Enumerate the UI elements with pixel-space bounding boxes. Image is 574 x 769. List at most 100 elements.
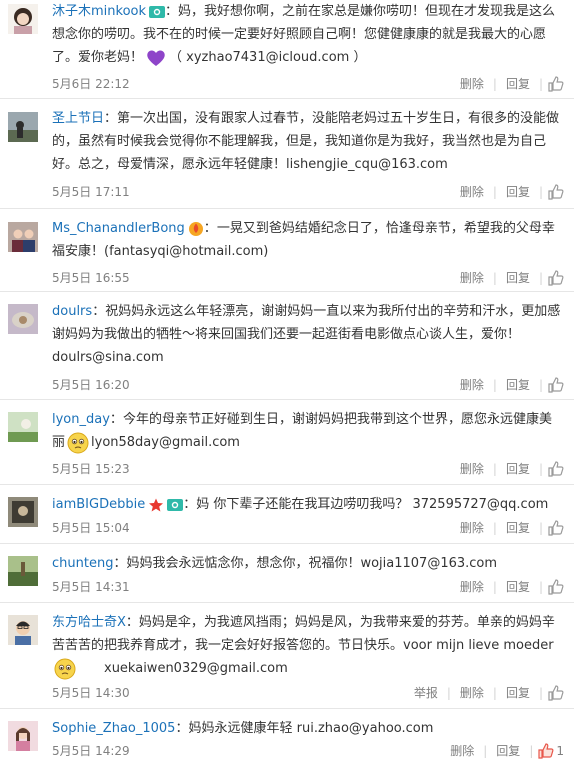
comment-meta: 5月5日 14:31 删除 | 回复 |: [52, 578, 564, 596]
reply-button[interactable]: 回复: [502, 519, 534, 536]
like-thumb-icon[interactable]: [548, 519, 564, 536]
comment-body: doulrs：祝妈妈永远这么年轻漂亮，谢谢妈妈一直以来为我所付出的辛劳和汗水，更…: [52, 300, 564, 369]
avatar[interactable]: [8, 4, 38, 34]
timestamp: 5月5日 16:20: [52, 378, 130, 392]
reply-button[interactable]: 回复: [502, 460, 534, 477]
comment-body: 圣上节日：第一次出国，没有跟家人过春节，没能陪老妈过五十岁生日，有很多的没能做的…: [52, 107, 564, 176]
reply-button[interactable]: 回复: [502, 376, 534, 393]
username[interactable]: Sophie_Zhao_1005: [52, 721, 175, 736]
reply-button[interactable]: 回复: [502, 269, 534, 286]
username[interactable]: 沐子木minkook: [52, 4, 146, 19]
reply-button[interactable]: 回复: [502, 684, 534, 701]
comment-item: Sophie_Zhao_1005：妈妈永远健康年轻 rui.zhao@yahoo…: [0, 709, 574, 769]
action-divider: |: [538, 377, 543, 392]
action-divider: |: [483, 743, 488, 758]
avatar[interactable]: [8, 112, 38, 142]
delete-button[interactable]: 删除: [456, 376, 488, 393]
delete-button[interactable]: 删除: [456, 183, 488, 200]
comment-meta: 5月5日 16:55 删除 | 回复 |: [52, 269, 564, 287]
comment-list: 沐子木minkook ：妈，我好想你啊，之前在家总是嫌你唠叨！但现在才发现我是这么…: [0, 0, 574, 769]
comment-body: iamBIGDebbie ：妈 你下辈子还能在我耳边唠叨我吗？ 372595727…: [52, 493, 564, 516]
like-count: 1: [556, 743, 564, 758]
avatar[interactable]: [8, 412, 38, 442]
action-divider: |: [492, 184, 497, 199]
action-divider: |: [538, 520, 543, 535]
username[interactable]: iamBIGDebbie: [52, 497, 145, 512]
comment-meta: 5月6日 22:12 删除 | 回复 |: [52, 75, 564, 93]
flame-badge-icon: [188, 221, 204, 236]
like-thumb-icon[interactable]: [548, 376, 564, 393]
username[interactable]: chunteng: [52, 556, 113, 571]
comment-email: xuekaiwen0329@gmail.com: [104, 661, 288, 676]
like-thumb-icon[interactable]: [548, 269, 564, 286]
action-divider: |: [492, 579, 497, 594]
delete-button[interactable]: 删除: [456, 75, 488, 92]
report-button[interactable]: 举报: [410, 684, 442, 701]
comment-item: iamBIGDebbie ：妈 你下辈子还能在我耳边唠叨我吗？ 372595727…: [0, 485, 574, 544]
colon-separator: ：: [92, 304, 106, 319]
action-divider: |: [446, 685, 451, 700]
reply-button[interactable]: 回复: [502, 578, 534, 595]
timestamp: 5月5日 14:30: [52, 686, 130, 700]
comment-actions: 删除 | 回复 |: [456, 75, 564, 92]
comment-body: Ms_ChanandlerBong ：一晃又到爸妈结婚纪念日了，恰逢母亲节，希望我…: [52, 217, 564, 263]
like-thumb-icon[interactable]: [548, 75, 564, 92]
action-divider: |: [492, 377, 497, 392]
comment-email: （ xyzhao7431@icloud.com ）: [169, 50, 367, 65]
comment-actions: 删除 | 回复 |: [456, 578, 564, 595]
action-divider: |: [492, 685, 497, 700]
username[interactable]: 东方哈士奇X: [52, 615, 126, 630]
delete-button[interactable]: 删除: [456, 460, 488, 477]
action-divider: |: [492, 461, 497, 476]
reply-button[interactable]: 回复: [492, 742, 524, 759]
reply-button[interactable]: 回复: [502, 75, 534, 92]
timestamp: 5月5日 15:04: [52, 521, 130, 535]
comment-item: 圣上节日：第一次出国，没有跟家人过春节，没能陪老妈过五十岁生日，有很多的没能做的…: [0, 99, 574, 209]
action-divider: |: [538, 461, 543, 476]
username[interactable]: lyon_day: [52, 412, 110, 427]
delete-button[interactable]: 删除: [456, 578, 488, 595]
comment-body: chunteng：妈妈我会永远惦念你，想念你，祝福你！wojia1107@163…: [52, 552, 564, 575]
comment-meta: 5月5日 16:20 删除 | 回复 |: [52, 376, 564, 394]
timestamp: 5月5日 16:55: [52, 271, 130, 285]
comment-actions: 删除 | 回复 |: [456, 269, 564, 286]
like-thumb-icon[interactable]: [548, 460, 564, 477]
colon-separator: ：: [109, 412, 123, 427]
username[interactable]: Ms_ChanandlerBong: [52, 221, 185, 236]
username[interactable]: 圣上节日: [52, 111, 104, 126]
comment-body: 沐子木minkook ：妈，我好想你啊，之前在家总是嫌你唠叨！但现在才发现我是这么…: [52, 0, 564, 69]
colon-separator: ：: [183, 497, 197, 512]
like-thumb-icon[interactable]: [548, 684, 564, 701]
avatar[interactable]: [8, 304, 38, 334]
avatar[interactable]: [8, 556, 38, 586]
like-thumb-icon[interactable]: [548, 578, 564, 595]
teary-face-emoji-icon: [67, 432, 89, 454]
comment-text: 妈妈永远健康年轻 rui.zhao@yahoo.com: [188, 721, 434, 736]
comment-meta: 5月5日 15:04 删除 | 回复 |: [52, 519, 564, 537]
star-badge-icon: [148, 498, 164, 512]
comment-actions: 删除 | 回复 |: [456, 519, 564, 536]
delete-button[interactable]: 删除: [446, 742, 478, 759]
like-thumb-icon[interactable]: [548, 183, 564, 200]
comment-actions: 删除 | 回复 | 1: [446, 742, 564, 759]
delete-button[interactable]: 删除: [456, 684, 488, 701]
comment-body: Sophie_Zhao_1005：妈妈永远健康年轻 rui.zhao@yahoo…: [52, 717, 564, 740]
colon-separator: ：: [203, 221, 217, 236]
comment-email: lyon58day@gmail.com: [91, 435, 240, 450]
like-thumb-icon[interactable]: [538, 742, 554, 759]
comment-text: 妈 你下辈子还能在我耳边唠叨我吗？ 372595727@qq.com: [196, 497, 549, 512]
action-divider: |: [492, 520, 497, 535]
avatar[interactable]: [8, 615, 38, 645]
avatar[interactable]: [8, 497, 38, 527]
username[interactable]: doulrs: [52, 304, 92, 319]
delete-button[interactable]: 删除: [456, 519, 488, 536]
avatar[interactable]: [8, 721, 38, 751]
action-divider: |: [538, 685, 543, 700]
reply-button[interactable]: 回复: [502, 183, 534, 200]
delete-button[interactable]: 删除: [456, 269, 488, 286]
action-divider: |: [538, 184, 543, 199]
comment-item: chunteng：妈妈我会永远惦念你，想念你，祝福你！wojia1107@163…: [0, 544, 574, 603]
avatar[interactable]: [8, 222, 38, 252]
action-divider: |: [538, 579, 543, 594]
colon-separator: ：: [165, 4, 179, 19]
